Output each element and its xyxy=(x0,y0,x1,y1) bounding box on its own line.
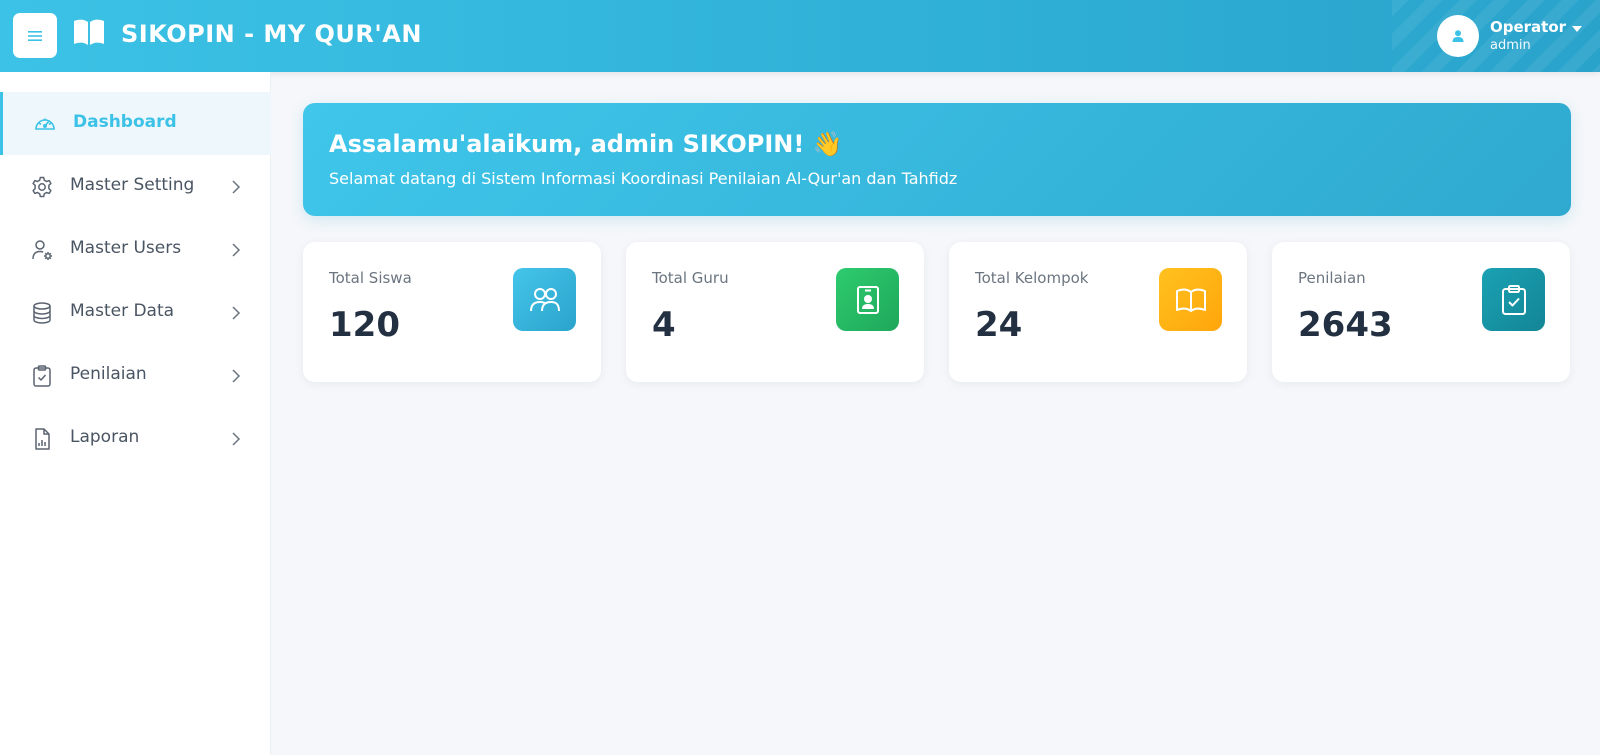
gear-icon xyxy=(32,176,52,198)
users-icon xyxy=(529,287,560,311)
sidebar-item-label: Laporan xyxy=(70,427,140,447)
open-book-icon xyxy=(74,19,104,45)
stat-card-total-siswa: Total Siswa 120 xyxy=(303,242,601,382)
sidebar-item-penilaian[interactable]: Penilaian xyxy=(0,344,271,407)
database-icon xyxy=(33,302,51,324)
user-name: admin xyxy=(1490,38,1531,53)
chevron-right-icon xyxy=(232,180,241,194)
stat-icon-box xyxy=(1159,268,1222,331)
sidebar-item-dashboard[interactable]: Dashboard xyxy=(0,92,271,155)
book-icon xyxy=(1175,288,1206,312)
stat-value: 2643 xyxy=(1298,305,1393,345)
chevron-right-icon xyxy=(232,243,241,257)
welcome-subtitle: Selamat datang di Sistem Informasi Koord… xyxy=(329,169,958,188)
stat-label: Total Siswa xyxy=(329,269,412,287)
sidebar-toggle-button[interactable] xyxy=(13,13,57,58)
sidebar-item-label: Penilaian xyxy=(70,364,147,384)
stat-value: 120 xyxy=(329,305,400,345)
sidebar: Dashboard Master Setting Master Users Ma… xyxy=(0,72,271,755)
stat-icon-box xyxy=(1482,268,1545,331)
avatar[interactable] xyxy=(1437,15,1479,57)
chevron-down-icon[interactable] xyxy=(1572,26,1583,32)
stat-card-total-guru: Total Guru 4 xyxy=(626,242,924,382)
report-chart-icon xyxy=(35,428,50,450)
sidebar-item-master-users[interactable]: Master Users xyxy=(0,218,271,281)
gauge-icon xyxy=(35,118,55,130)
stat-label: Total Kelompok xyxy=(975,269,1089,287)
sidebar-item-label: Master Setting xyxy=(70,175,195,195)
stat-icon-box xyxy=(836,268,899,331)
hamburger-icon xyxy=(28,30,42,41)
sidebar-item-master-data[interactable]: Master Data xyxy=(0,281,271,344)
welcome-banner: Assalamu'alaikum, admin SIKOPIN! 👋 Selam… xyxy=(303,103,1571,216)
user-cog-icon xyxy=(32,240,52,260)
stat-card-total-kelompok: Total Kelompok 24 xyxy=(949,242,1247,382)
user-role: Operator xyxy=(1490,18,1567,36)
sidebar-item-label: Master Data xyxy=(70,301,175,321)
sidebar-item-laporan[interactable]: Laporan xyxy=(0,407,271,470)
stat-value: 4 xyxy=(652,305,676,345)
sidebar-item-label: Dashboard xyxy=(73,112,177,132)
app-title[interactable]: SIKOPIN - MY QUR'AN xyxy=(121,20,422,48)
user-icon xyxy=(1452,30,1464,42)
user-menu[interactable]: Operator admin xyxy=(1437,14,1583,58)
chevron-right-icon xyxy=(232,432,241,446)
chevron-right-icon xyxy=(232,306,241,320)
stat-icon-box xyxy=(513,268,576,331)
stat-value: 24 xyxy=(975,305,1023,345)
sidebar-item-master-setting[interactable]: Master Setting xyxy=(0,155,271,218)
chevron-right-icon xyxy=(232,369,241,383)
stat-label: Penilaian xyxy=(1298,269,1366,287)
top-navbar: SIKOPIN - MY QUR'AN Operator admin xyxy=(0,0,1600,72)
id-badge-icon xyxy=(856,285,879,314)
stat-card-penilaian: Penilaian 2643 xyxy=(1272,242,1570,382)
sidebar-item-label: Master Users xyxy=(70,238,182,258)
stat-label: Total Guru xyxy=(652,269,729,287)
clipboard-check-icon xyxy=(33,365,51,387)
welcome-title: Assalamu'alaikum, admin SIKOPIN! 👋 xyxy=(329,130,843,158)
user-info: Operator admin xyxy=(1490,18,1566,54)
clipboard-check-icon xyxy=(1501,284,1526,315)
